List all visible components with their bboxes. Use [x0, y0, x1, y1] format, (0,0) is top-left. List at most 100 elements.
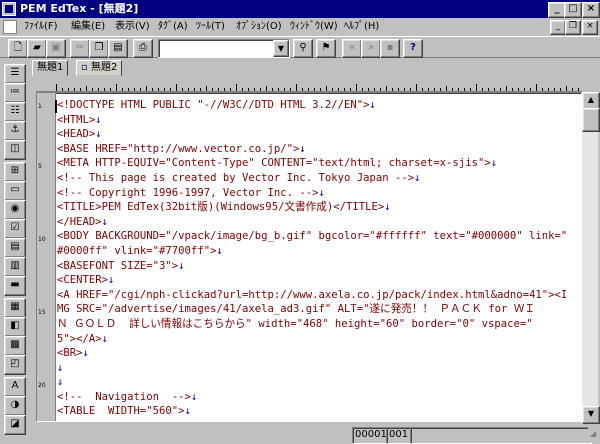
input-icon[interactable]: ▬ [4, 276, 26, 296]
ruler-tick [578, 88, 579, 91]
back-icon[interactable]: « [342, 39, 362, 58]
ruler-tick [434, 88, 435, 91]
ruler-tick [524, 88, 525, 91]
frame-icon[interactable]: ▦ [4, 298, 26, 318]
tab-doc1[interactable]: 無題1 [32, 60, 69, 76]
form-icon[interactable]: ▭ [4, 181, 26, 201]
table-icon[interactable]: ⊞ [4, 162, 26, 182]
chevron-down-icon[interactable]: ▼ [273, 40, 289, 57]
app-icon[interactable] [2, 2, 16, 16]
ruler-tick [266, 86, 267, 91]
code-line: <!DOCTYPE HTML PUBLIC "-//W3C//DTD HTML … [57, 98, 579, 113]
ruler-tick [176, 84, 177, 91]
menu-view[interactable]: 表示(V) [113, 20, 152, 34]
close-button[interactable]: × [582, 2, 600, 18]
menu-edit[interactable]: 編集(E) [69, 20, 107, 34]
ruler-tick [500, 88, 501, 91]
doc-close-button[interactable]: × [582, 20, 598, 35]
open-folder-icon[interactable]: ▰ [27, 39, 47, 58]
textarea-icon[interactable]: ▤ [4, 238, 26, 258]
image-icon[interactable]: ◫ [4, 140, 26, 160]
forward-icon[interactable]: » [361, 39, 381, 58]
code-line-text: <TABLE WIDTH="560"> [57, 405, 185, 418]
ruler-tick [296, 84, 297, 91]
ruler-tick [170, 88, 171, 91]
checkbox-icon[interactable]: ☑ [4, 219, 26, 239]
cut-icon[interactable]: ✂ [70, 39, 90, 58]
line-end-icon: ↓ [299, 142, 306, 155]
code-line-text: <HTML> [57, 113, 96, 126]
scroll-thumb[interactable] [582, 108, 600, 132]
ruler-tick [230, 88, 231, 91]
help-icon[interactable]: ? [403, 39, 423, 58]
replace-icon[interactable]: ⚑ [316, 39, 336, 58]
ruler-tick [452, 88, 453, 91]
find-icon[interactable]: ⚲ [293, 39, 313, 58]
ruler-tick [332, 88, 333, 91]
anchor-icon[interactable]: ⚓ [4, 121, 26, 141]
ruler-tick [62, 88, 63, 91]
ordered-list-icon[interactable]: ≔ [4, 83, 26, 103]
ruler-tick [488, 88, 489, 91]
ruler-tick [182, 88, 183, 91]
search-combo[interactable]: ▼ [158, 39, 290, 58]
code-line: <TR> [57, 419, 579, 421]
ruler-tick [80, 88, 81, 91]
code-line-text: <!DOCTYPE HTML PUBLIC "-//W3C//DTD HTML … [57, 99, 370, 111]
menu-tag[interactable]: ﾀｸﾞ(A) [156, 20, 190, 34]
code-line-text: <META HTTP-EQUIV="Content-Type" CONTENT=… [57, 157, 491, 170]
tab-doc2[interactable]: ▫ 無題2 [76, 60, 123, 76]
document-icon[interactable] [3, 20, 17, 34]
doc-minimize-button[interactable]: _ [550, 20, 566, 35]
script-icon[interactable]: ◰ [4, 355, 26, 375]
paste-icon[interactable]: ▤ [108, 39, 128, 58]
print-icon[interactable]: ⎙ [133, 39, 153, 58]
code-line: <BR>↓ [57, 346, 579, 361]
line-number: 15 [38, 309, 46, 316]
ruler-tick [494, 88, 495, 91]
list-icon[interactable]: ☰ [4, 64, 26, 84]
menu-options[interactable]: ｵﾌﾟｼｮﾝ(O) [234, 20, 284, 34]
ruler-tick [560, 88, 561, 91]
ruler-tick [446, 86, 447, 91]
ruler-tick [56, 84, 57, 91]
definition-list-icon[interactable]: ☷ [4, 102, 26, 122]
code-line: <A HREF="/cgi/nph-clickad?url=http://www… [57, 288, 579, 303]
ruler-tick [128, 88, 129, 91]
save-icon[interactable]: ▣ [46, 39, 66, 58]
new-file-icon[interactable]: 🗋 [8, 39, 28, 58]
line-end-icon: ↓ [190, 390, 198, 403]
resize-grip-icon[interactable]: ◢ [588, 427, 600, 442]
layer-icon[interactable]: ▩ [4, 336, 26, 356]
menu-file[interactable]: ﾌｧｲﾙ(F) [22, 20, 60, 34]
font-icon[interactable]: A [4, 377, 26, 397]
menu-tools[interactable]: ﾂｰﾙ(T) [194, 20, 227, 34]
radio-icon[interactable]: ◉ [4, 200, 26, 220]
code-area[interactable]: <!DOCTYPE HTML PUBLIC "-//W3C//DTD HTML … [57, 98, 579, 421]
line-end-icon: ↓ [95, 128, 102, 141]
maximize-button[interactable]: □ [564, 2, 582, 18]
stop-icon[interactable]: ▪ [380, 39, 400, 58]
line-number: 20 [38, 382, 46, 389]
ruler-tick [164, 88, 165, 91]
ruler-tick [458, 88, 459, 91]
ruler-tick [326, 86, 327, 91]
color-icon[interactable]: ◑ [4, 396, 26, 416]
ruler-tick [146, 86, 147, 91]
line-number-gutter: 1 5 10 15 20 [37, 93, 56, 421]
code-line-text: <CENTER> [57, 274, 109, 287]
code-line-text: <BASEFONT SIZE="3"> [57, 259, 179, 272]
menu-help[interactable]: ﾍﾙﾌﾟ(H) [342, 20, 381, 34]
line-end-icon: ↓ [57, 361, 64, 374]
menu-window[interactable]: ｳｨﾝﾄﾞｳ(W) [288, 20, 340, 34]
code-line: ↓ [57, 361, 579, 376]
ruler-tick [98, 88, 99, 91]
copy-icon[interactable]: ❐ [89, 39, 109, 58]
select-icon[interactable]: ▥ [4, 257, 26, 277]
doc-restore-button[interactable]: ❐ [565, 20, 581, 35]
ruler-tick [218, 88, 219, 91]
frameset-icon[interactable]: ◧ [4, 317, 26, 337]
scroll-down-button[interactable]: ▼ [582, 406, 600, 424]
text-editor[interactable]: 1 5 10 15 20 <!DOCTYPE HTML PUBLIC "-//W… [36, 92, 582, 422]
vertical-scrollbar[interactable]: ▲ ▼ [582, 92, 600, 424]
